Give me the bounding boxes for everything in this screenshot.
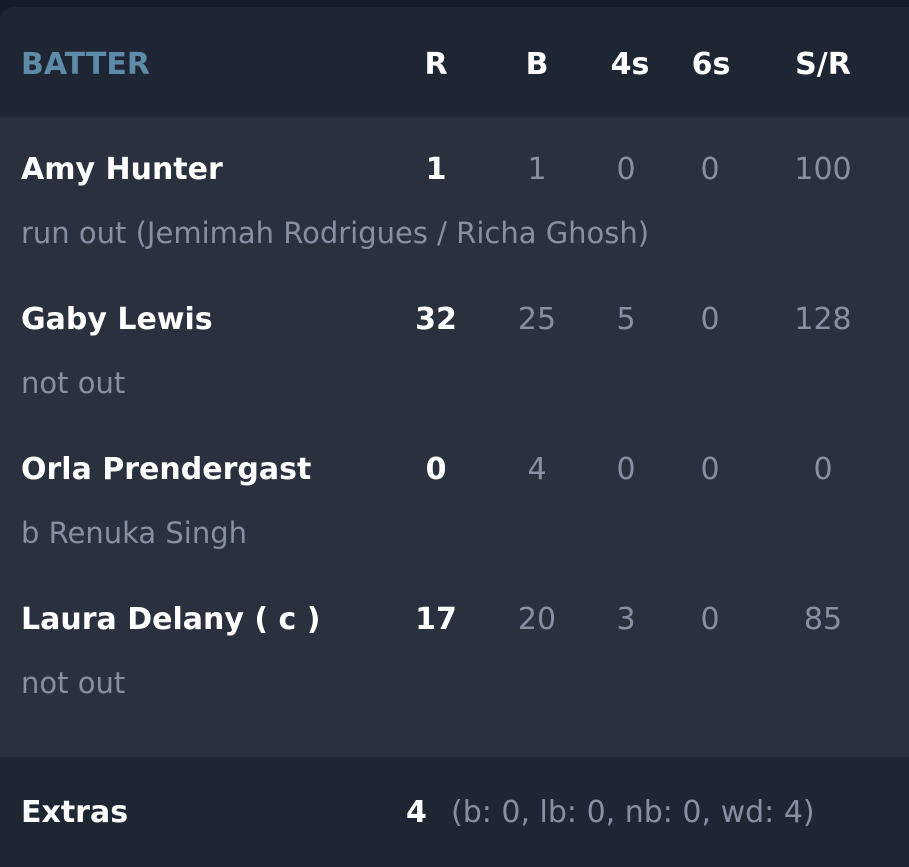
batter-name[interactable]: Gaby Lewis [21, 302, 213, 337]
runs-column-header: R [424, 47, 448, 82]
batter-sixes: 0 [700, 302, 720, 337]
dismissal-text: run out (Jemimah Rodrigues / Richa Ghosh… [21, 216, 650, 250]
batter-runs: 17 [415, 602, 457, 637]
dismissal-text: b Renuka Singh [21, 516, 247, 550]
fours-column-header: 4s [610, 47, 650, 82]
strike-rate-column-header: S/R [795, 47, 851, 82]
balls-column-header: B [525, 47, 549, 82]
batter-balls: 20 [517, 602, 557, 637]
batter-sixes: 0 [700, 452, 720, 487]
batter-balls: 1 [527, 152, 547, 187]
sixes-column-header: 6s [691, 47, 731, 82]
batter-strike-rate: 85 [803, 602, 843, 637]
batter-fours: 3 [616, 602, 636, 637]
batter-fours: 0 [616, 152, 636, 187]
batter-sixes: 0 [700, 602, 720, 637]
scorecard-header: BATTER R B 4s 6s S/R [0, 7, 909, 117]
batter-runs: 1 [425, 152, 447, 187]
batter-fours: 5 [616, 302, 636, 337]
batter-name[interactable]: Amy Hunter [21, 152, 223, 187]
batter-name[interactable]: Orla Prendergast [21, 452, 311, 487]
batting-scorecard: BATTER R B 4s 6s S/R Amy Hunter 1 1 0 0 100 ru… [0, 7, 909, 867]
batter-strike-rate: 128 [794, 302, 852, 337]
batter-balls: 25 [517, 302, 557, 337]
dismissal-text: not out [21, 366, 126, 400]
extras-row: Extras 4 (b: 0, lb: 0, nb: 0, wd: 4) [0, 757, 909, 867]
batter-fours: 0 [616, 452, 636, 487]
batter-column-header: BATTER [21, 47, 150, 82]
batter-balls: 4 [527, 452, 547, 487]
extras-total: 4 [406, 795, 427, 830]
batter-name[interactable]: Laura Delany ( c ) [21, 602, 320, 637]
extras-detail: (b: 0, lb: 0, nb: 0, wd: 4) [451, 795, 815, 830]
extras-label: Extras [21, 795, 129, 830]
batter-sixes: 0 [700, 152, 720, 187]
dismissal-text: not out [21, 666, 126, 700]
batter-strike-rate: 100 [794, 152, 852, 187]
batter-runs: 0 [425, 452, 447, 487]
batter-runs: 32 [415, 302, 457, 337]
batter-strike-rate: 0 [813, 452, 833, 487]
